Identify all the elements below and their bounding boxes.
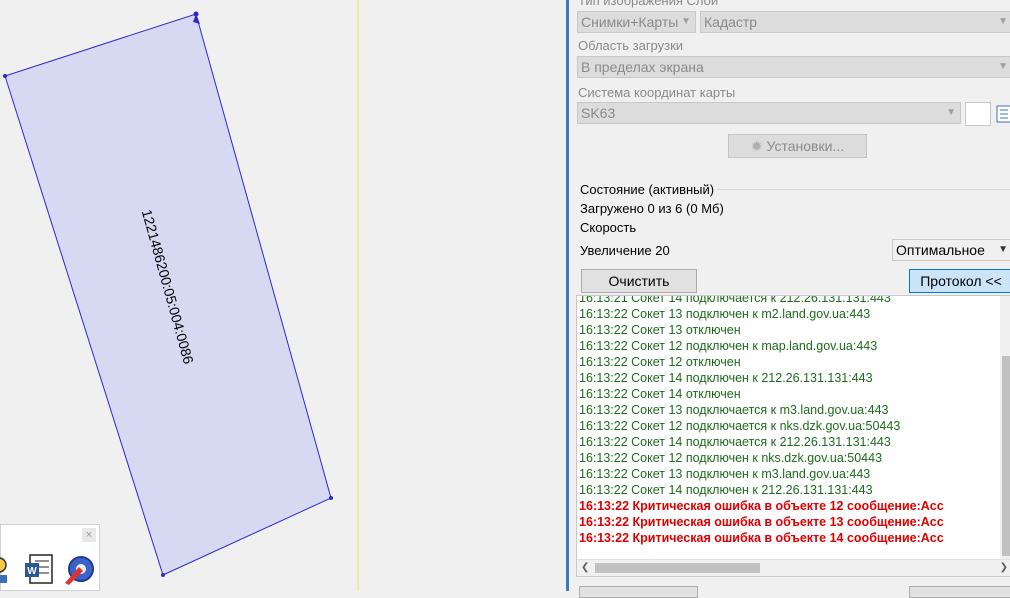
settings-button-label: Установки... xyxy=(766,138,845,154)
log-line-error: 16:13:22 Критическая ошибка в объекте 13… xyxy=(579,515,944,529)
bottom-button-partial[interactable] xyxy=(579,586,698,598)
mode-select[interactable]: Оптимальное ▼ xyxy=(892,239,1010,261)
list-icon[interactable] xyxy=(996,105,1010,123)
layer-select[interactable]: Кадастр ▼ xyxy=(700,11,1010,33)
log-line: 16:13:22 Сокет 14 подключается к 212.26.… xyxy=(579,435,891,449)
zoom-status: Увеличение 20 xyxy=(580,243,670,258)
map-canvas[interactable]: 1221486200:05:004:0086 × W xyxy=(0,0,566,591)
crs-value: SK63 xyxy=(581,105,616,121)
chevron-down-icon: ▼ xyxy=(998,61,1008,72)
layer-value: Кадастр xyxy=(704,14,758,30)
chevron-left-icon[interactable]: ❮ xyxy=(581,562,589,573)
log-line: 16:13:22 Сокет 12 подключен к nks.dzk.go… xyxy=(579,451,883,465)
vertical-scrollbar[interactable] xyxy=(1000,296,1010,561)
word-document-icon[interactable]: W xyxy=(21,551,57,587)
chevron-right-icon[interactable]: ❯ xyxy=(1000,562,1008,573)
crs-color-box[interactable] xyxy=(965,102,991,126)
parcel-vertex[interactable] xyxy=(3,74,7,78)
log-line: 16:13:22 Сокет 13 отключен xyxy=(579,323,741,337)
protocol-button[interactable]: Протокол << xyxy=(909,269,1010,293)
log-line: 16:13:22 Сокет 13 подключается к m3.land… xyxy=(579,403,889,417)
settings-button[interactable]: ✹ Установки... xyxy=(728,134,867,158)
chevron-down-icon: ▼ xyxy=(946,107,956,118)
download-panel: Тип изображения Слой Снимки+Карты ▼ Када… xyxy=(566,0,1010,598)
crs-label: Система координат карты xyxy=(578,85,736,100)
log-line: 16:13:22 Сокет 14 отключен xyxy=(579,387,741,401)
log-line-error: 16:13:22 Критическая ошибка в объекте 14… xyxy=(579,531,944,545)
image-type-label: Тип изображения Слой xyxy=(578,0,719,8)
gear-icon: ✹ xyxy=(750,138,763,154)
parcel-vertex[interactable] xyxy=(161,573,165,577)
load-area-value: В пределах экрана xyxy=(581,59,704,75)
log-line: 16:13:22 Сокет 12 подключен к map.land.g… xyxy=(579,339,878,353)
log-line: 16:13:22 Сокет 14 подключен к 212.26.131… xyxy=(579,483,873,497)
clear-button[interactable]: Очистить xyxy=(581,269,697,293)
log-line: 16:13:21 Сокет 14 подключается к 212.26.… xyxy=(579,295,891,305)
load-area-label: Область загрузки xyxy=(578,38,684,53)
image-type-value: Снимки+Карты xyxy=(581,14,679,30)
chevron-down-icon: ▼ xyxy=(681,16,691,27)
log-line: 16:13:22 Сокет 14 подключен к 212.26.131… xyxy=(579,371,873,385)
log-line: 16:13:22 Сокет 13 подключен к m3.land.go… xyxy=(579,467,871,481)
chevron-down-icon: ▼ xyxy=(998,244,1008,255)
mini-toolbar: × W xyxy=(0,524,100,591)
status-group-title: Состояние (активный) xyxy=(578,182,718,197)
speed-status: Скорость xyxy=(580,220,637,235)
parcel-vertex[interactable] xyxy=(329,496,333,500)
svg-text:W: W xyxy=(27,566,37,577)
log-line-error: 16:13:22 Критическая ошибка в объекте 12… xyxy=(579,499,944,513)
chevron-down-icon: ▼ xyxy=(998,16,1008,27)
settings-tools-icon[interactable] xyxy=(61,551,97,587)
log-line: 16:13:22 Сокет 12 отключен xyxy=(579,355,741,369)
log-line: 16:13:22 Сокет 13 подключен к m2.land.go… xyxy=(579,307,871,321)
loaded-status: Загружено 0 из 6 (0 Мб) xyxy=(580,201,724,216)
crs-select[interactable]: SK63 ▼ xyxy=(577,102,961,124)
log-line: 16:13:22 Сокет 12 подключается к nks.dzk… xyxy=(579,419,901,433)
map-svg: 1221486200:05:004:0086 xyxy=(3,0,359,591)
scrollbar-thumb[interactable] xyxy=(1002,356,1010,556)
log-view[interactable]: 16:13:21 Сокет 14 подключается к 212.26.… xyxy=(576,295,1010,577)
bottom-button-partial[interactable] xyxy=(909,586,1010,598)
mode-value: Оптимальное xyxy=(896,242,985,258)
horizontal-scrollbar[interactable]: ❮ ❯ xyxy=(577,559,1010,576)
scrollbar-thumb[interactable] xyxy=(595,563,760,573)
close-icon[interactable]: × xyxy=(82,528,96,542)
log-lines: 16:13:21 Сокет 14 подключается к 212.26.… xyxy=(579,295,1010,546)
load-area-select[interactable]: В пределах экрана ▼ xyxy=(577,56,1010,78)
image-type-select[interactable]: Снимки+Карты ▼ xyxy=(577,11,696,33)
